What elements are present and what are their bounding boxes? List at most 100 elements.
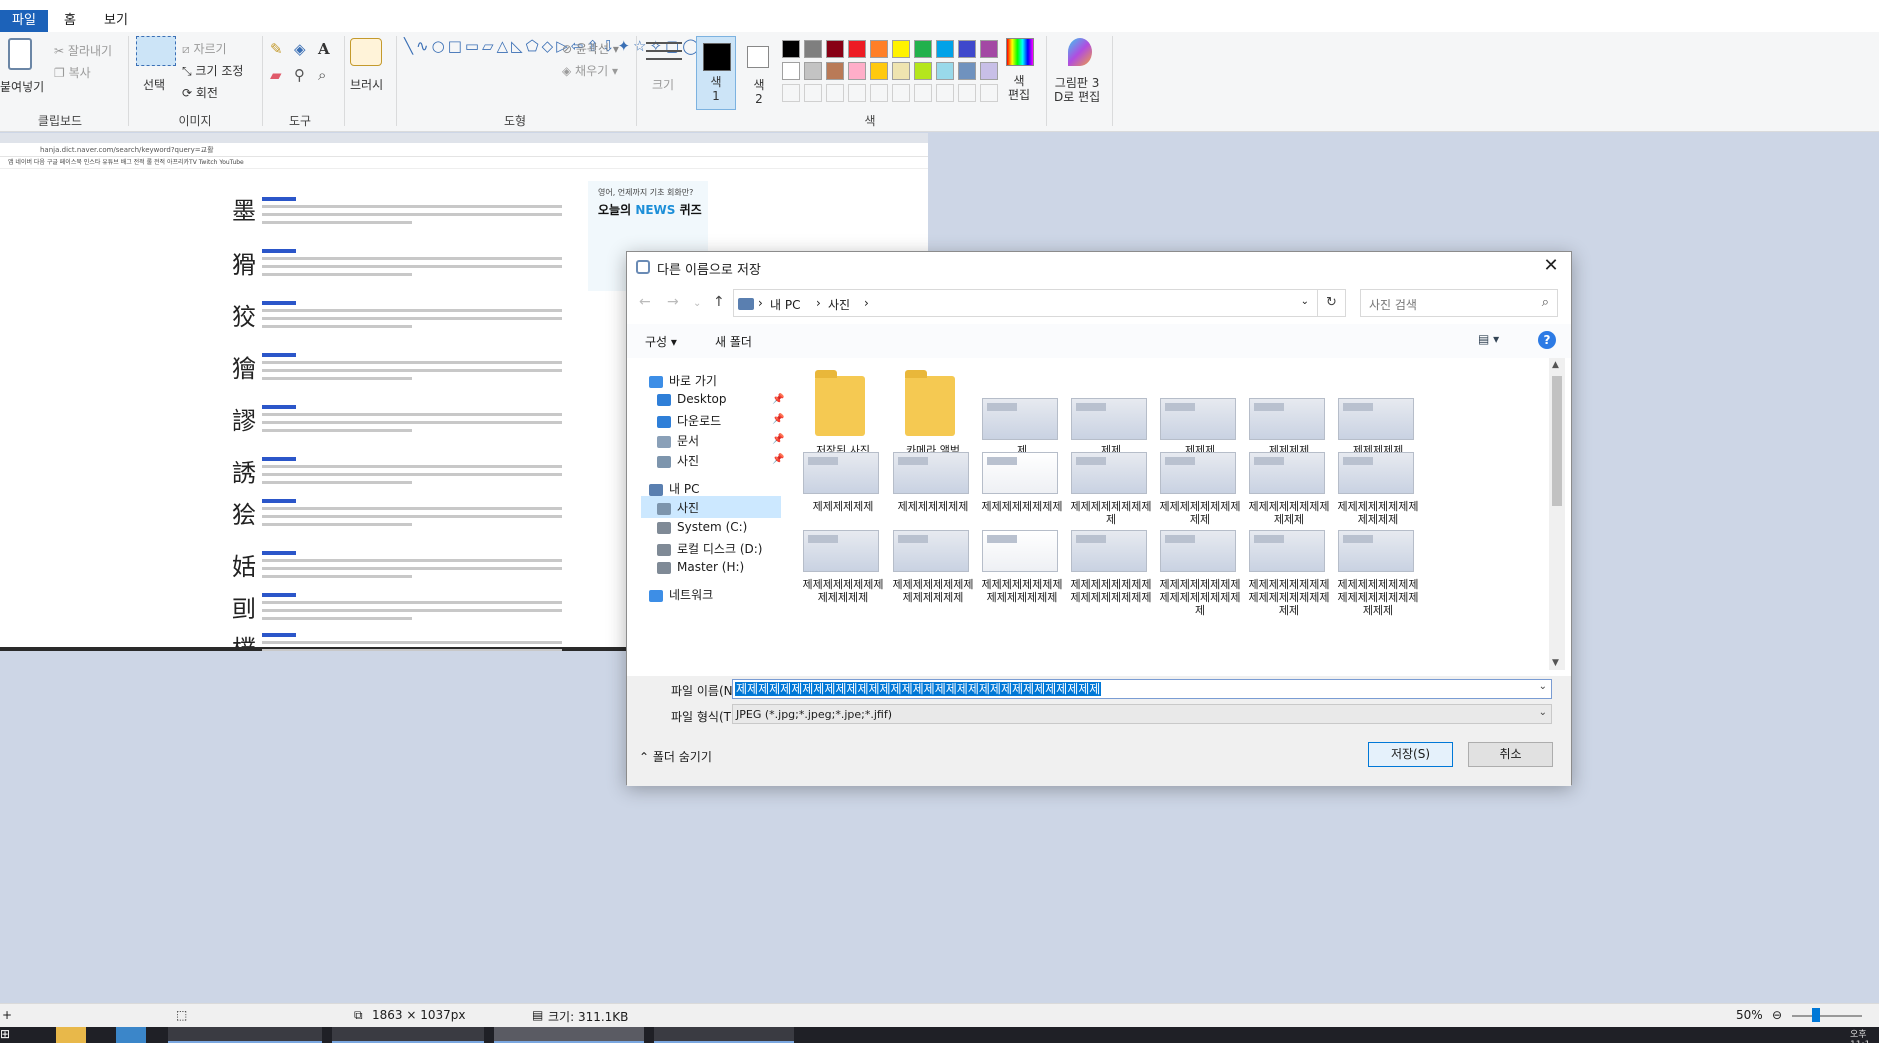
hide-folders-button[interactable]: ⌃ 폴더 숨기기	[639, 748, 712, 765]
paste-button[interactable]: 붙여넣기	[0, 78, 44, 95]
file-item[interactable]: 제제제제제제제제제제제	[1247, 452, 1337, 528]
edit-colors-button[interactable]: 색 편집	[1008, 74, 1030, 102]
palette-swatch[interactable]	[870, 62, 888, 80]
file-item[interactable]: 제제제	[1158, 368, 1248, 457]
windows-start-icon[interactable]: ⊞	[0, 1027, 28, 1043]
custom-swatch[interactable]	[782, 84, 800, 102]
edit-colors-icon[interactable]	[1006, 38, 1034, 66]
file-item[interactable]: 제제제제제제	[801, 452, 891, 528]
nav-item[interactable]: 다운로드	[657, 412, 721, 429]
palette-swatch[interactable]	[870, 40, 888, 58]
tab-view[interactable]: 보기	[92, 10, 140, 32]
magnifier-icon[interactable]: ⌕	[318, 66, 326, 84]
eraser-icon[interactable]: ▰	[270, 66, 282, 84]
file-item[interactable]: 제제제제제제제제제제제제	[1336, 452, 1426, 528]
palette-swatch[interactable]	[914, 62, 932, 80]
palette-swatch[interactable]	[782, 62, 800, 80]
folder-item[interactable]: 카메라 앨범	[891, 368, 981, 457]
text-icon[interactable]: A	[318, 40, 330, 58]
file-item[interactable]: 제제제제제제제제제제제제제제제제제제	[1247, 530, 1337, 617]
forward-arrow-icon[interactable]: →	[667, 294, 679, 310]
cut-button[interactable]: ✂ 잘라내기	[54, 42, 112, 59]
taskbar-paint[interactable]	[494, 1027, 644, 1043]
paint3d-icon[interactable]	[1068, 38, 1092, 66]
custom-swatch[interactable]	[870, 84, 888, 102]
taskbar-explorer[interactable]	[654, 1027, 794, 1043]
file-item[interactable]: 제제제제제제제제제제제제제	[801, 530, 891, 606]
select-icon[interactable]	[136, 36, 176, 66]
organize-button[interactable]: 구성 ▾	[645, 333, 677, 350]
custom-swatch[interactable]	[826, 84, 844, 102]
custom-swatch[interactable]	[980, 84, 998, 102]
scroll-down-icon[interactable]: ▼	[1552, 658, 1559, 668]
file-item[interactable]: 제제제제제제제제제제제제제제제제제	[1158, 530, 1248, 617]
palette-swatch[interactable]	[914, 40, 932, 58]
custom-swatch[interactable]	[848, 84, 866, 102]
copy-button[interactable]: ❐ 복사	[54, 64, 91, 81]
nav-item[interactable]: 사진	[657, 452, 699, 469]
chevron-down-icon[interactable]: ⌄	[1539, 681, 1547, 692]
taskbar-chrome[interactable]	[168, 1027, 322, 1043]
close-button[interactable]: ✕	[1539, 254, 1563, 278]
new-folder-button[interactable]: 새 폴더	[715, 333, 752, 350]
color2-button[interactable]: 색 2	[744, 36, 774, 110]
palette-swatch[interactable]	[848, 40, 866, 58]
scroll-up-icon[interactable]: ▲	[1552, 360, 1559, 370]
view-options-icon[interactable]: ▤ ▾	[1478, 332, 1499, 346]
file-item[interactable]: 제제제제	[1247, 368, 1337, 457]
fill-button[interactable]: ◈ 채우기 ▾	[562, 62, 618, 79]
select-button[interactable]: 선택	[143, 76, 165, 93]
help-button[interactable]: ?	[1538, 331, 1556, 349]
palette-swatch[interactable]	[958, 62, 976, 80]
file-item[interactable]: 제제제제제제제제제제	[1158, 452, 1248, 528]
file-item[interactable]: 제제제제제제제제제제제제제제제제제제제	[1336, 530, 1426, 617]
nav-item[interactable]: 로컬 디스크 (D:)	[657, 540, 762, 557]
brushes-button[interactable]: 브러시	[350, 76, 383, 93]
tab-home[interactable]: 홈	[52, 10, 88, 32]
dialog-title-bar[interactable]: 다른 이름으로 저장 ✕	[627, 252, 1571, 282]
outline-button[interactable]: ⊘ 윤곽선 ▾	[562, 40, 619, 57]
palette-swatch[interactable]	[782, 40, 800, 58]
palette-swatch[interactable]	[980, 40, 998, 58]
zoom-slider[interactable]	[1792, 1015, 1862, 1017]
palette-swatch[interactable]	[892, 40, 910, 58]
zoom-out-icon[interactable]: ⊖	[1772, 1008, 1782, 1022]
filetype-select[interactable]: JPEG (*.jpg;*.jpeg;*.jpe;*.jfif) ⌄	[732, 704, 1552, 724]
back-arrow-icon[interactable]: ←	[639, 294, 651, 310]
palette-swatch[interactable]	[848, 62, 866, 80]
palette-swatch[interactable]	[804, 40, 822, 58]
nav-item[interactable]: Desktop	[657, 392, 727, 406]
save-button[interactable]: 저장(S)	[1368, 742, 1453, 767]
address-bar[interactable]: › 내 PC › 사진 › ⌄	[733, 289, 1318, 317]
breadcrumb-pc[interactable]: 내 PC	[770, 296, 800, 313]
size-icon[interactable]	[646, 42, 682, 66]
color1-button[interactable]: 색 1	[696, 36, 736, 110]
nav-item[interactable]: 내 PC	[649, 480, 699, 497]
brush-icon[interactable]	[350, 38, 382, 66]
pencil-icon[interactable]: ✎	[270, 40, 283, 58]
palette-swatch[interactable]	[892, 62, 910, 80]
address-dropdown-icon[interactable]: ⌄	[1301, 296, 1309, 307]
color-picker-icon[interactable]: ⚲	[294, 66, 305, 84]
file-item[interactable]: 제	[980, 368, 1070, 457]
file-explorer-icon[interactable]	[56, 1027, 86, 1043]
fill-icon[interactable]: ◈	[294, 40, 306, 58]
zoom-slider-thumb[interactable]	[1812, 1008, 1820, 1022]
nav-item[interactable]: 네트워크	[649, 586, 713, 603]
nav-item[interactable]: 문서	[657, 432, 699, 449]
palette-swatch[interactable]	[826, 62, 844, 80]
custom-swatch[interactable]	[804, 84, 822, 102]
cancel-button[interactable]: 취소	[1468, 742, 1553, 767]
tab-file[interactable]: 파일	[0, 10, 48, 32]
file-item[interactable]: 제제제제제제제제제제제제제제제제	[1069, 530, 1159, 606]
taskbar-app[interactable]	[332, 1027, 484, 1043]
folder-item[interactable]: 저장된 사진	[801, 368, 891, 457]
paint3d-button[interactable]: 그림판 3 D로 편집	[1054, 76, 1100, 104]
palette-swatch[interactable]	[826, 40, 844, 58]
file-item[interactable]: 제제제제제제제제제제제제제제제	[980, 530, 1070, 606]
file-item[interactable]: 제제제제제제제제제제제제제제	[891, 530, 981, 606]
custom-swatch[interactable]	[936, 84, 954, 102]
nav-item[interactable]: Master (H:)	[657, 560, 744, 574]
custom-swatch[interactable]	[892, 84, 910, 102]
file-item[interactable]: 제제제제제제제제제	[1069, 452, 1159, 528]
